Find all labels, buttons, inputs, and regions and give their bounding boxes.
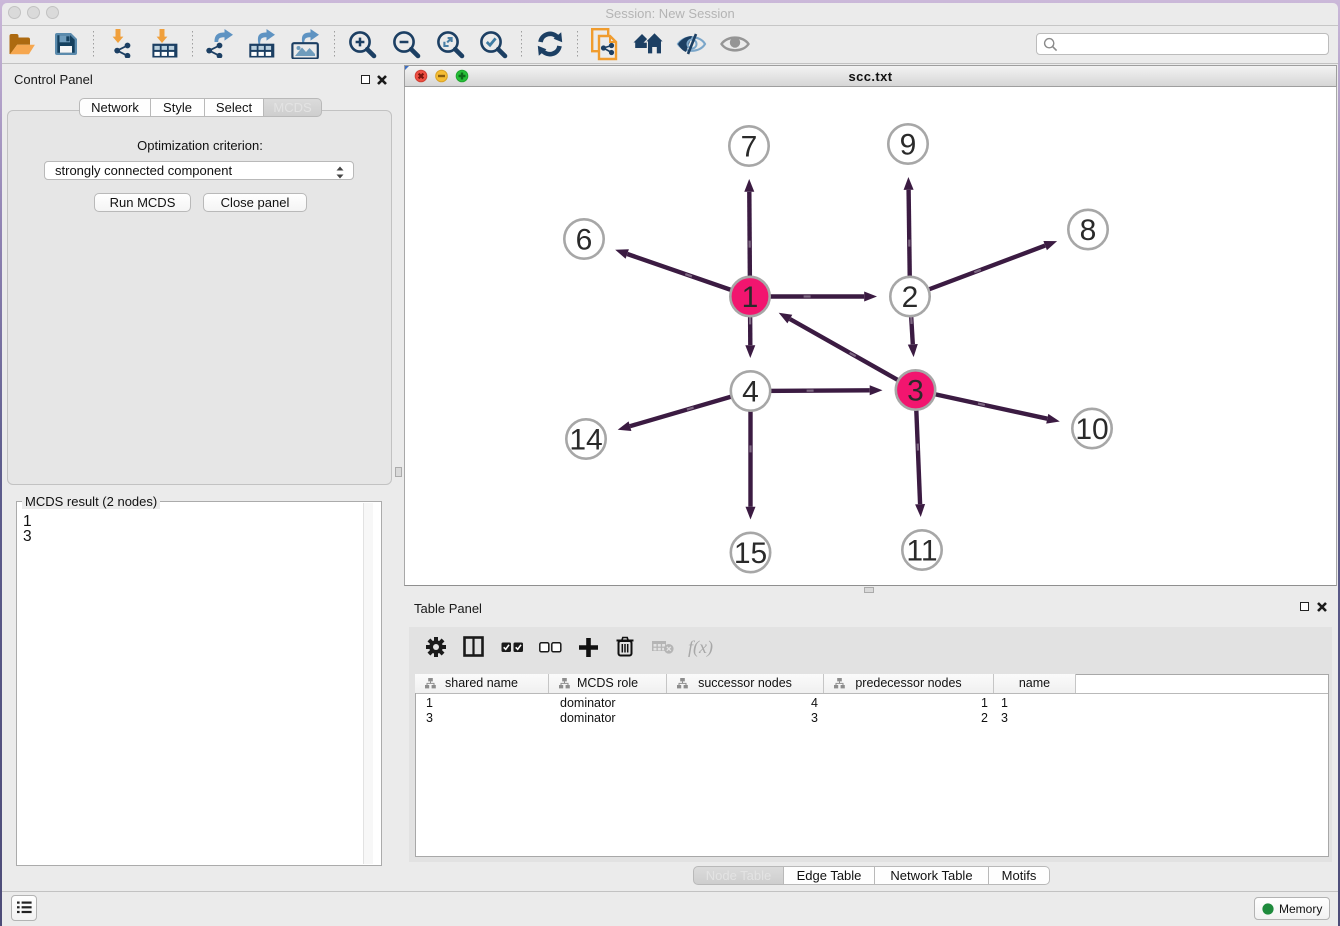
- svg-text:7: 7: [741, 131, 758, 164]
- svg-text:8: 8: [1080, 214, 1097, 247]
- svg-text:11: 11: [906, 535, 937, 568]
- svg-text:2: 2: [902, 281, 919, 314]
- svg-text:15: 15: [734, 537, 767, 570]
- svg-text:6: 6: [576, 224, 593, 257]
- svg-text:3: 3: [907, 375, 924, 408]
- svg-text:14: 14: [569, 424, 602, 457]
- svg-text:4: 4: [742, 376, 759, 409]
- svg-text:1: 1: [742, 281, 759, 314]
- svg-text:9: 9: [900, 129, 917, 162]
- svg-text:10: 10: [1075, 413, 1108, 446]
